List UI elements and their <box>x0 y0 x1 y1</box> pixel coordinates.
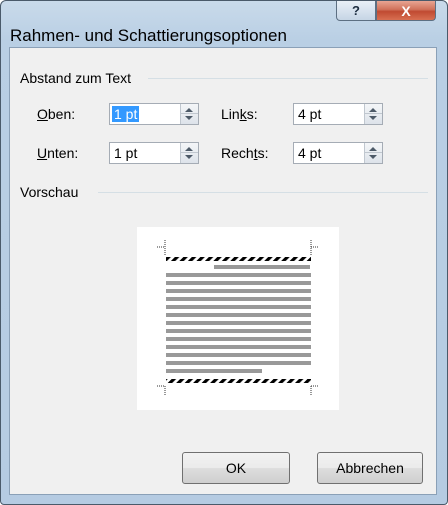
top-spinbox[interactable]: 1 pt <box>109 103 199 125</box>
preview-group-divider <box>98 192 428 193</box>
spin-up-icon[interactable] <box>185 147 193 151</box>
top-spin-arrows[interactable] <box>180 104 198 124</box>
top-label: Oben: <box>37 106 76 122</box>
help-button[interactable]: ? <box>336 1 376 21</box>
left-spin-arrows[interactable] <box>364 104 382 124</box>
spin-down-icon[interactable] <box>369 155 377 159</box>
top-value[interactable]: 1 pt <box>112 106 140 122</box>
right-spin-arrows[interactable] <box>364 143 382 163</box>
help-icon: ? <box>352 3 360 18</box>
top-border-line <box>166 257 311 261</box>
preview-group-title: Vorschau <box>20 184 79 200</box>
left-label: Links: <box>221 106 258 122</box>
preview-graphic <box>157 240 319 395</box>
spin-up-icon[interactable] <box>185 108 193 112</box>
bottom-spin-arrows[interactable] <box>180 143 198 163</box>
bottom-border-line <box>166 379 311 383</box>
distance-group-header: Abstand zum Text <box>20 69 131 87</box>
ok-button[interactable]: OK <box>182 452 290 484</box>
left-value[interactable]: 4 pt <box>296 106 323 122</box>
distance-group-title: Abstand zum Text <box>20 70 132 86</box>
dialog-title: Rahmen- und Schattierungsoptionen <box>10 26 287 45</box>
bottom-label: Unten: <box>37 145 79 161</box>
bottom-spinbox[interactable]: 1 pt <box>109 142 199 164</box>
title-bar[interactable]: Rahmen- und Schattierungsoptionen ? X <box>1 1 447 47</box>
spin-down-icon[interactable] <box>185 116 193 120</box>
distance-group-divider <box>148 78 428 79</box>
dialog-client-area: Abstand zum Text Oben: 1 pt Links: 4 pt … <box>9 47 437 495</box>
right-label: Rechts: <box>221 145 269 161</box>
sample-text-lines <box>166 265 311 373</box>
border-preview[interactable] <box>137 227 339 410</box>
preview-group-header: Vorschau <box>20 183 78 201</box>
spin-up-icon[interactable] <box>369 147 377 151</box>
cancel-button[interactable]: Abbrechen <box>317 452 423 484</box>
close-button[interactable]: X <box>376 1 436 21</box>
dialog-window: Rahmen- und Schattierungsoptionen ? X Ab… <box>0 0 448 505</box>
spin-down-icon[interactable] <box>185 155 193 159</box>
right-value[interactable]: 4 pt <box>296 145 323 161</box>
right-spinbox[interactable]: 4 pt <box>293 142 383 164</box>
close-icon: X <box>401 2 411 19</box>
bottom-value[interactable]: 1 pt <box>112 145 139 161</box>
left-spinbox[interactable]: 4 pt <box>293 103 383 125</box>
spin-up-icon[interactable] <box>369 108 377 112</box>
spin-down-icon[interactable] <box>369 116 377 120</box>
